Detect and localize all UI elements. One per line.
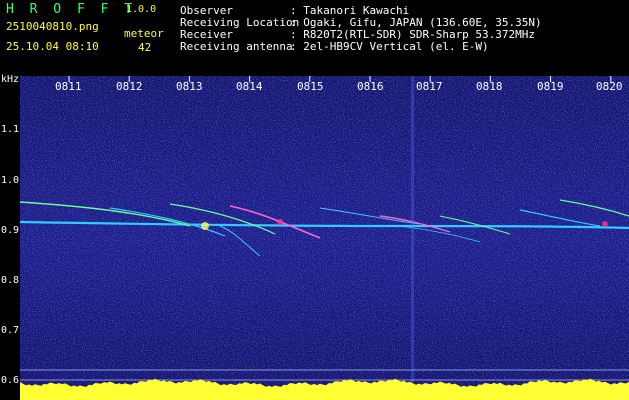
info-label-location: Receiving Location (180, 16, 300, 29)
y-tick-label: 0.6 (1, 375, 20, 386)
y-tick-label: 0.8 (1, 275, 20, 286)
y-tick-label: 0.7 (1, 325, 20, 336)
x-tick-label: 0819 (537, 80, 564, 93)
info-label-receiver: Receiver (180, 28, 233, 41)
hot-spot-1 (201, 222, 209, 230)
x-tick-label: 0820 (596, 80, 623, 93)
capture-datetime: 25.10.04 08:10 (6, 40, 99, 53)
meteor-count: 42 (138, 41, 152, 54)
hot-spot-3 (602, 221, 608, 227)
y-tick-label: 1.0 (1, 175, 20, 186)
y-axis-unit: kHz (1, 74, 20, 85)
interference-column (411, 76, 414, 387)
x-tick-label: 0814 (236, 80, 263, 93)
x-tick-label: 0813 (176, 80, 203, 93)
y-tick-label: 0.9 (1, 225, 20, 236)
info-label-observer: Observer (180, 4, 233, 17)
y-tick-label: 1.1 (1, 124, 20, 135)
app-brand: H R O F F T (6, 2, 137, 17)
x-tick-label: 0811 (55, 80, 82, 93)
info-value-antenna: : 2el-HB9CV Vertical (el. E-W) (290, 40, 489, 53)
spectrogram-plot (20, 76, 629, 400)
info-value-observer: : Takanori Kawachi (290, 4, 410, 17)
x-tick-label: 0817 (416, 80, 443, 93)
x-tick-label: 0816 (357, 80, 384, 93)
info-value-receiver: : R820T2(RTL-SDR) SDR-Sharp 53.372MHz (290, 28, 536, 41)
info-label-antenna: Receiving antenna (180, 40, 293, 53)
plot-noise (20, 76, 629, 400)
app-version: 1.0.0 (126, 4, 157, 15)
x-tick-label: 0812 (116, 80, 143, 93)
file-name: 2510040810.png (6, 20, 99, 33)
meteor-label: meteor (124, 27, 164, 40)
info-value-location: : Ogaki, Gifu, JAPAN (136.60E, 35.35N) (290, 16, 542, 29)
spectrogram-screen: H R O F F T 1.0.0 2510040810.png 25.10.0… (0, 0, 629, 400)
x-tick-label: 0818 (476, 80, 503, 93)
hot-spot-2 (277, 219, 283, 225)
spectrogram-canvas (20, 76, 629, 400)
x-tick-label: 0815 (297, 80, 324, 93)
